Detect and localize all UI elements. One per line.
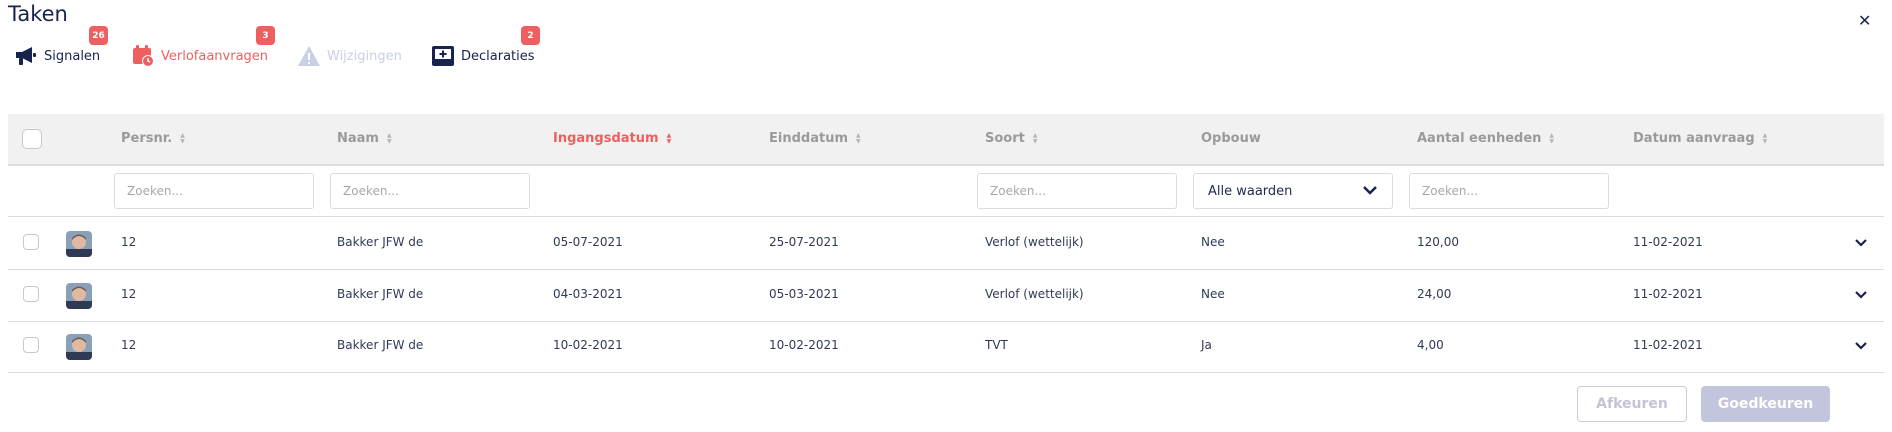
filter-row: Alle waarden	[8, 166, 1884, 217]
column-label: Soort	[985, 131, 1025, 146]
calendar-clock-icon	[131, 44, 155, 68]
cell-naam: Bakker JFW de	[337, 287, 424, 301]
column-header-opbouw: Opbouw	[1201, 131, 1261, 146]
cell-aantal: 4,00	[1417, 338, 1444, 352]
chevron-down-icon	[1362, 184, 1378, 199]
megaphone-icon	[14, 44, 38, 68]
column-label: Persnr.	[121, 131, 173, 146]
cell-soort: Verlof (wettelijk)	[985, 287, 1084, 301]
avatar	[66, 334, 92, 360]
column-header-persnr[interactable]: Persnr. ▲ ▼	[121, 131, 185, 146]
select-value: Alle waarden	[1208, 183, 1293, 199]
avatar	[66, 231, 92, 257]
column-header-naam[interactable]: Naam ▲ ▼	[337, 131, 392, 146]
column-label: Einddatum	[769, 131, 848, 146]
sort-icon: ▲ ▼	[1762, 131, 1768, 145]
sort-icon: ▲ ▼	[666, 131, 672, 145]
tab-signalen[interactable]: Signalen	[14, 44, 100, 68]
column-label: Aantal eenheden	[1417, 131, 1542, 146]
table-row[interactable]: 12 Bakker JFW de 10-02-2021 10-02-2021 T…	[8, 321, 1884, 373]
table-row[interactable]: 12 Bakker JFW de 05-07-2021 25-07-2021 V…	[8, 218, 1884, 270]
row-checkbox[interactable]	[23, 234, 39, 250]
cell-naam: Bakker JFW de	[337, 338, 424, 352]
cell-naam: Bakker JFW de	[337, 235, 424, 249]
page-title: Taken	[8, 2, 68, 26]
cell-persnr: 12	[121, 287, 137, 301]
column-header-ingangsdatum[interactable]: Ingangsdatum ▲ ▼	[553, 131, 671, 146]
cell-ingangsdatum: 04-03-2021	[553, 287, 623, 301]
tab-label: Declaraties	[461, 48, 535, 64]
sort-icon: ▲ ▼	[180, 131, 185, 145]
tab-verlofaanvragen[interactable]: Verlofaanvragen	[131, 44, 268, 68]
tab-declaraties[interactable]: Declaraties	[431, 44, 535, 68]
tab-label: Wijzigingen	[327, 48, 402, 64]
persnr-search-input[interactable]	[114, 173, 314, 209]
chevron-down-icon[interactable]	[1854, 285, 1868, 309]
column-label: Datum aanvraag	[1633, 131, 1755, 146]
cell-aantal: 24,00	[1417, 287, 1452, 301]
row-checkbox[interactable]	[23, 337, 39, 353]
cell-soort: TVT	[985, 338, 1008, 352]
column-label: Opbouw	[1201, 131, 1261, 146]
column-label: Naam	[337, 131, 379, 146]
sort-icon: ▲ ▼	[856, 131, 861, 145]
cell-persnr: 12	[121, 235, 137, 249]
cell-datum-aanvraag: 11-02-2021	[1633, 235, 1703, 249]
cell-einddatum: 10-02-2021	[769, 338, 839, 352]
avatar	[66, 283, 92, 309]
cell-opbouw: Nee	[1201, 287, 1225, 301]
cell-aantal: 120,00	[1417, 235, 1459, 249]
soort-search-input[interactable]	[977, 173, 1177, 209]
column-header-aantal-eenheden[interactable]: Aantal eenheden ▲ ▼	[1417, 131, 1554, 146]
column-header-datum-aanvraag[interactable]: Datum aanvraag ▲ ▼	[1633, 131, 1767, 146]
table-header: Persnr. ▲ ▼ Naam ▲ ▼ Ingangsdatum ▲ ▼ Eindd…	[8, 114, 1884, 166]
sort-icon: ▲ ▼	[1549, 131, 1555, 145]
chevron-down-icon[interactable]	[1854, 336, 1868, 360]
naam-search-input[interactable]	[330, 173, 530, 209]
count-badge: 2	[521, 26, 540, 45]
cell-datum-aanvraag: 11-02-2021	[1633, 287, 1703, 301]
count-badge: 3	[256, 26, 275, 45]
tab-wijzigingen[interactable]: Wijzigingen	[297, 44, 402, 68]
cell-ingangsdatum: 10-02-2021	[553, 338, 623, 352]
table-row[interactable]: 12 Bakker JFW de 04-03-2021 05-03-2021 V…	[8, 270, 1884, 322]
approve-button[interactable]: Goedkeuren	[1701, 386, 1830, 422]
cell-einddatum: 05-03-2021	[769, 287, 839, 301]
cell-persnr: 12	[121, 338, 137, 352]
tab-label: Verlofaanvragen	[161, 48, 269, 64]
reject-button[interactable]: Afkeuren	[1577, 386, 1687, 422]
chevron-down-icon[interactable]	[1854, 233, 1868, 257]
cell-opbouw: Ja	[1201, 338, 1212, 352]
aantal-search-input[interactable]	[1409, 173, 1609, 209]
row-checkbox[interactable]	[23, 286, 39, 302]
warning-icon	[297, 44, 321, 68]
opbouw-select[interactable]: Alle waarden	[1193, 173, 1393, 209]
sort-icon: ▲ ▼	[1032, 131, 1038, 145]
column-header-soort[interactable]: Soort ▲ ▼	[985, 131, 1037, 146]
tab-label: Signalen	[44, 48, 101, 64]
cell-opbouw: Nee	[1201, 235, 1225, 249]
column-header-einddatum[interactable]: Einddatum ▲ ▼	[769, 131, 861, 146]
cell-einddatum: 25-07-2021	[769, 235, 839, 249]
count-badge: 26	[89, 26, 108, 45]
cell-ingangsdatum: 05-07-2021	[553, 235, 623, 249]
sort-icon: ▲ ▼	[386, 131, 392, 145]
select-all-checkbox[interactable]	[22, 129, 42, 149]
inbox-plus-icon	[431, 44, 455, 68]
column-label: Ingangsdatum	[553, 131, 659, 146]
cell-soort: Verlof (wettelijk)	[985, 235, 1084, 249]
cell-datum-aanvraag: 11-02-2021	[1633, 338, 1703, 352]
close-icon[interactable]: ✕	[1858, 11, 1871, 30]
